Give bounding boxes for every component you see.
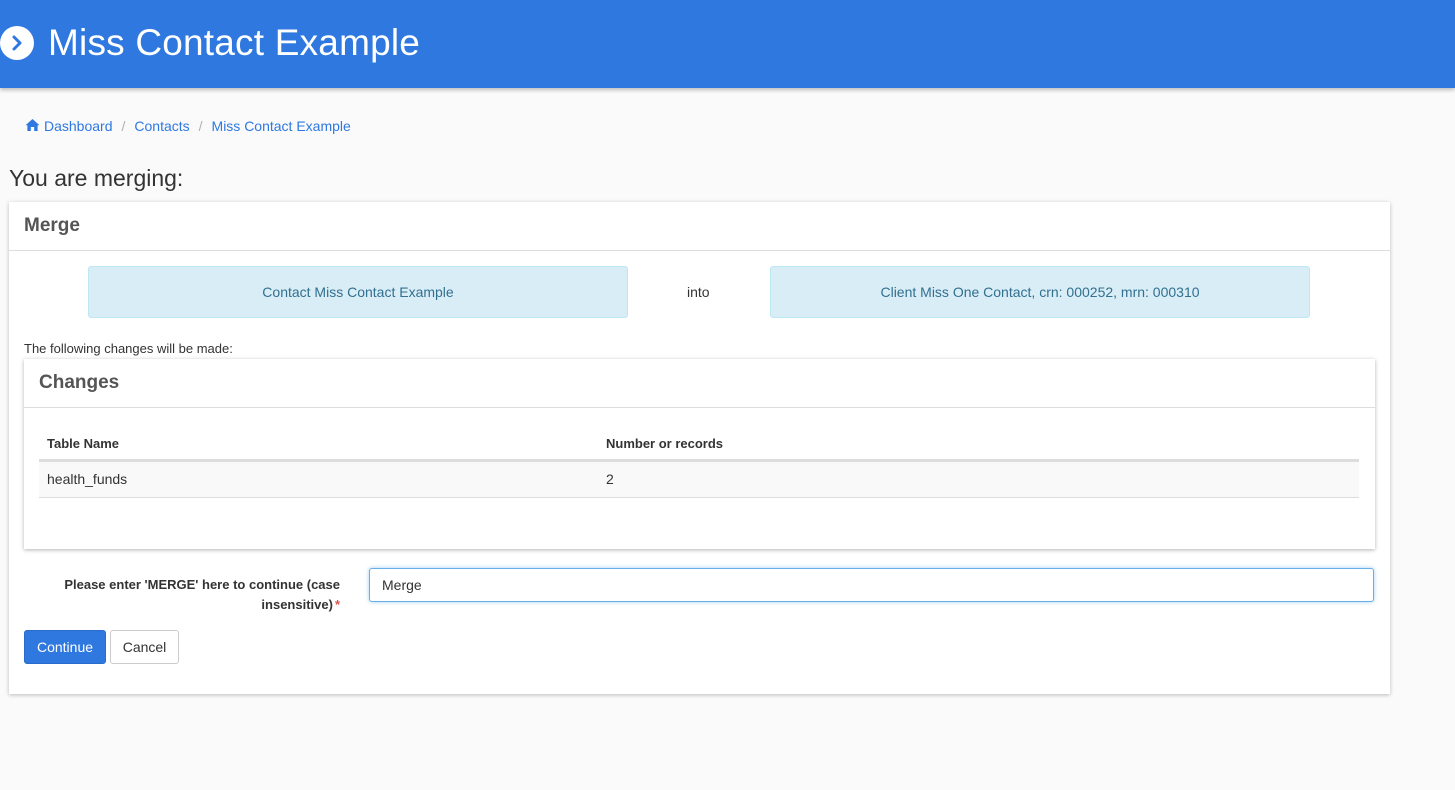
into-label: into	[687, 284, 710, 300]
table-header-row: Table Name Number or records	[39, 429, 1359, 462]
page-header-title: Miss Contact Example	[48, 22, 421, 63]
merge-source-label: Contact Miss Contact Example	[262, 284, 454, 300]
changes-panel: Changes Table Name Number or records hea…	[24, 359, 1375, 549]
merge-target-label: Client Miss One Contact, crn: 000252, mr…	[880, 284, 1200, 300]
home-icon	[25, 119, 40, 131]
breadcrumb-dashboard-label: Dashboard	[44, 118, 113, 134]
table-row: health_funds 2	[39, 460, 1359, 498]
merge-panel: Merge Contact Miss Contact Example into …	[9, 202, 1390, 694]
breadcrumb-separator: /	[121, 118, 126, 134]
required-asterisk: *	[334, 597, 340, 612]
cancel-button[interactable]: Cancel	[110, 630, 179, 664]
merge-target-box: Client Miss One Contact, crn: 000252, mr…	[770, 266, 1310, 318]
changes-panel-title: Changes	[24, 359, 1375, 408]
chevron-right-circle-icon[interactable]	[0, 26, 34, 60]
merge-confirm-input[interactable]	[369, 568, 1374, 602]
column-header-number-of-records: Number or records	[598, 429, 1359, 462]
breadcrumb-separator: /	[198, 118, 203, 134]
page-heading: You are merging:	[9, 165, 184, 191]
cell-table-name: health_funds	[39, 460, 598, 498]
breadcrumb-dashboard[interactable]: Dashboard	[25, 118, 113, 134]
breadcrumb: Dashboard / Contacts / Miss Contact Exam…	[25, 118, 351, 134]
cell-record-count: 2	[598, 460, 1359, 498]
changes-intro-text: The following changes will be made:	[24, 341, 233, 356]
merge-confirm-label-text: Please enter 'MERGE' here to continue (c…	[64, 577, 340, 612]
breadcrumb-current-contact[interactable]: Miss Contact Example	[212, 118, 351, 134]
changes-table: Table Name Number or records health_fund…	[39, 429, 1359, 498]
merge-panel-title: Merge	[9, 202, 1390, 251]
continue-button[interactable]: Continue	[24, 630, 106, 664]
app-header: Miss Contact Example	[0, 0, 1455, 88]
merge-source-box: Contact Miss Contact Example	[88, 266, 628, 318]
column-header-table-name: Table Name	[39, 429, 598, 462]
merge-confirm-label: Please enter 'MERGE' here to continue (c…	[24, 575, 340, 615]
breadcrumb-contacts[interactable]: Contacts	[134, 118, 189, 134]
